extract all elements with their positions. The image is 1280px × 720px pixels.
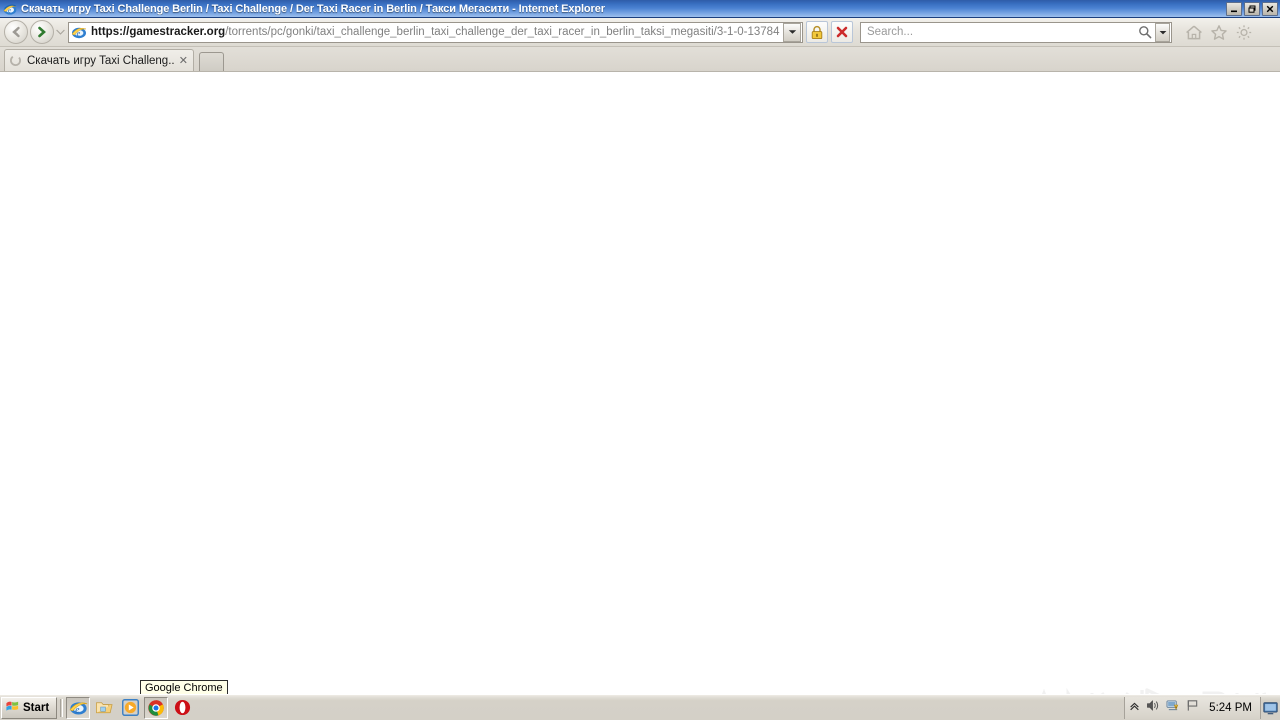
- forward-arrow-icon: [38, 26, 46, 38]
- taskbar: Start e 5:24 PM: [0, 694, 1280, 720]
- recent-pages-button[interactable]: [54, 20, 66, 44]
- tab-close-button[interactable]: ✕: [179, 55, 188, 66]
- navigation-toolbar: e https://gamestracker.org/torrents/pc/g…: [0, 18, 1280, 47]
- tab-bar: Скачать игру Taxi Challeng... ✕: [0, 47, 1280, 72]
- windows-logo-icon: [5, 698, 20, 718]
- minimize-button[interactable]: [1226, 2, 1242, 16]
- start-button[interactable]: Start: [1, 696, 58, 719]
- star-icon: [1211, 24, 1227, 40]
- address-path: /torrents/pc/gonki/taxi_challenge_berlin…: [225, 26, 780, 38]
- internet-explorer-icon: e: [71, 24, 87, 40]
- volume-icon[interactable]: [1146, 699, 1160, 717]
- loading-spinner-icon: [9, 54, 22, 67]
- network-icon[interactable]: [1166, 699, 1180, 717]
- back-button[interactable]: [4, 20, 28, 44]
- network-icon: [1166, 700, 1179, 711]
- taskbar-internet-explorer-icon[interactable]: e: [66, 696, 91, 719]
- gear-icon: [1236, 24, 1252, 40]
- taskbar-opera-icon[interactable]: [170, 697, 194, 719]
- browser-tab[interactable]: Скачать игру Taxi Challeng... ✕: [4, 49, 194, 71]
- forward-button[interactable]: [30, 20, 54, 44]
- close-icon: [836, 26, 848, 38]
- search-provider-button[interactable]: [1155, 22, 1170, 42]
- stop-button[interactable]: [831, 21, 853, 43]
- chevron-up-icon: [1130, 702, 1139, 711]
- taskbar-media-player-icon[interactable]: [118, 697, 142, 719]
- title-bar: e Скачать игру Taxi Challenge Berlin / T…: [0, 0, 1280, 18]
- speaker-icon: [1147, 700, 1159, 711]
- chevron-down-icon: [1159, 30, 1166, 34]
- home-icon: [1186, 25, 1202, 39]
- settings-button[interactable]: [1233, 21, 1255, 43]
- quick-launch-bar: e: [66, 696, 194, 719]
- monitor-icon: [1263, 701, 1278, 714]
- search-icon: [1139, 26, 1152, 39]
- close-button[interactable]: [1262, 2, 1278, 16]
- svg-text:e: e: [77, 29, 81, 38]
- address-bar[interactable]: e https://gamestracker.org/torrents/pc/g…: [68, 21, 803, 43]
- taskbar-windows-explorer-icon[interactable]: [92, 697, 116, 719]
- show-desktop-button[interactable]: [1260, 697, 1280, 719]
- clock[interactable]: 5:24 PM: [1209, 702, 1252, 714]
- home-button[interactable]: [1183, 21, 1205, 43]
- show-hidden-icons-button[interactable]: [1129, 699, 1140, 717]
- window-title: Скачать игру Taxi Challenge Berlin / Tax…: [21, 2, 605, 15]
- search-input[interactable]: Search...: [867, 26, 1135, 38]
- chevron-down-icon: [55, 29, 65, 35]
- browser-window: e Скачать игру Taxi Challenge Berlin / T…: [0, 0, 1280, 720]
- restore-button[interactable]: [1244, 2, 1260, 16]
- taskbar-google-chrome-icon[interactable]: [144, 696, 169, 719]
- lock-icon: [811, 25, 823, 39]
- chevron-down-icon: [788, 30, 796, 34]
- tray-icons: 5:24 PM: [1124, 697, 1260, 719]
- system-tray: 5:24 PM: [1124, 695, 1280, 720]
- svg-text:e: e: [8, 6, 11, 14]
- address-text: https://gamestracker.org/torrents/pc/gon…: [91, 26, 783, 38]
- new-tab-button[interactable]: [199, 52, 224, 71]
- quick-launch-separator: [60, 698, 64, 717]
- address-dropdown-button[interactable]: [783, 22, 801, 42]
- action-center-icon[interactable]: [1186, 699, 1199, 717]
- window-controls: [1226, 2, 1278, 16]
- start-label: Start: [23, 701, 50, 714]
- search-button[interactable]: [1135, 25, 1155, 39]
- ssl-lock-button[interactable]: [806, 21, 828, 43]
- tab-title: Скачать игру Taxi Challeng...: [27, 54, 174, 67]
- toolbar-icons: [1180, 21, 1255, 43]
- back-arrow-icon: [12, 26, 20, 38]
- favorites-button[interactable]: [1208, 21, 1230, 43]
- address-host: https://gamestracker.org: [91, 26, 226, 38]
- internet-explorer-icon: e: [3, 2, 17, 16]
- page-content: [0, 72, 1280, 720]
- flag-icon: [1187, 700, 1198, 711]
- search-box[interactable]: Search...: [860, 21, 1172, 43]
- svg-text:e: e: [75, 705, 79, 715]
